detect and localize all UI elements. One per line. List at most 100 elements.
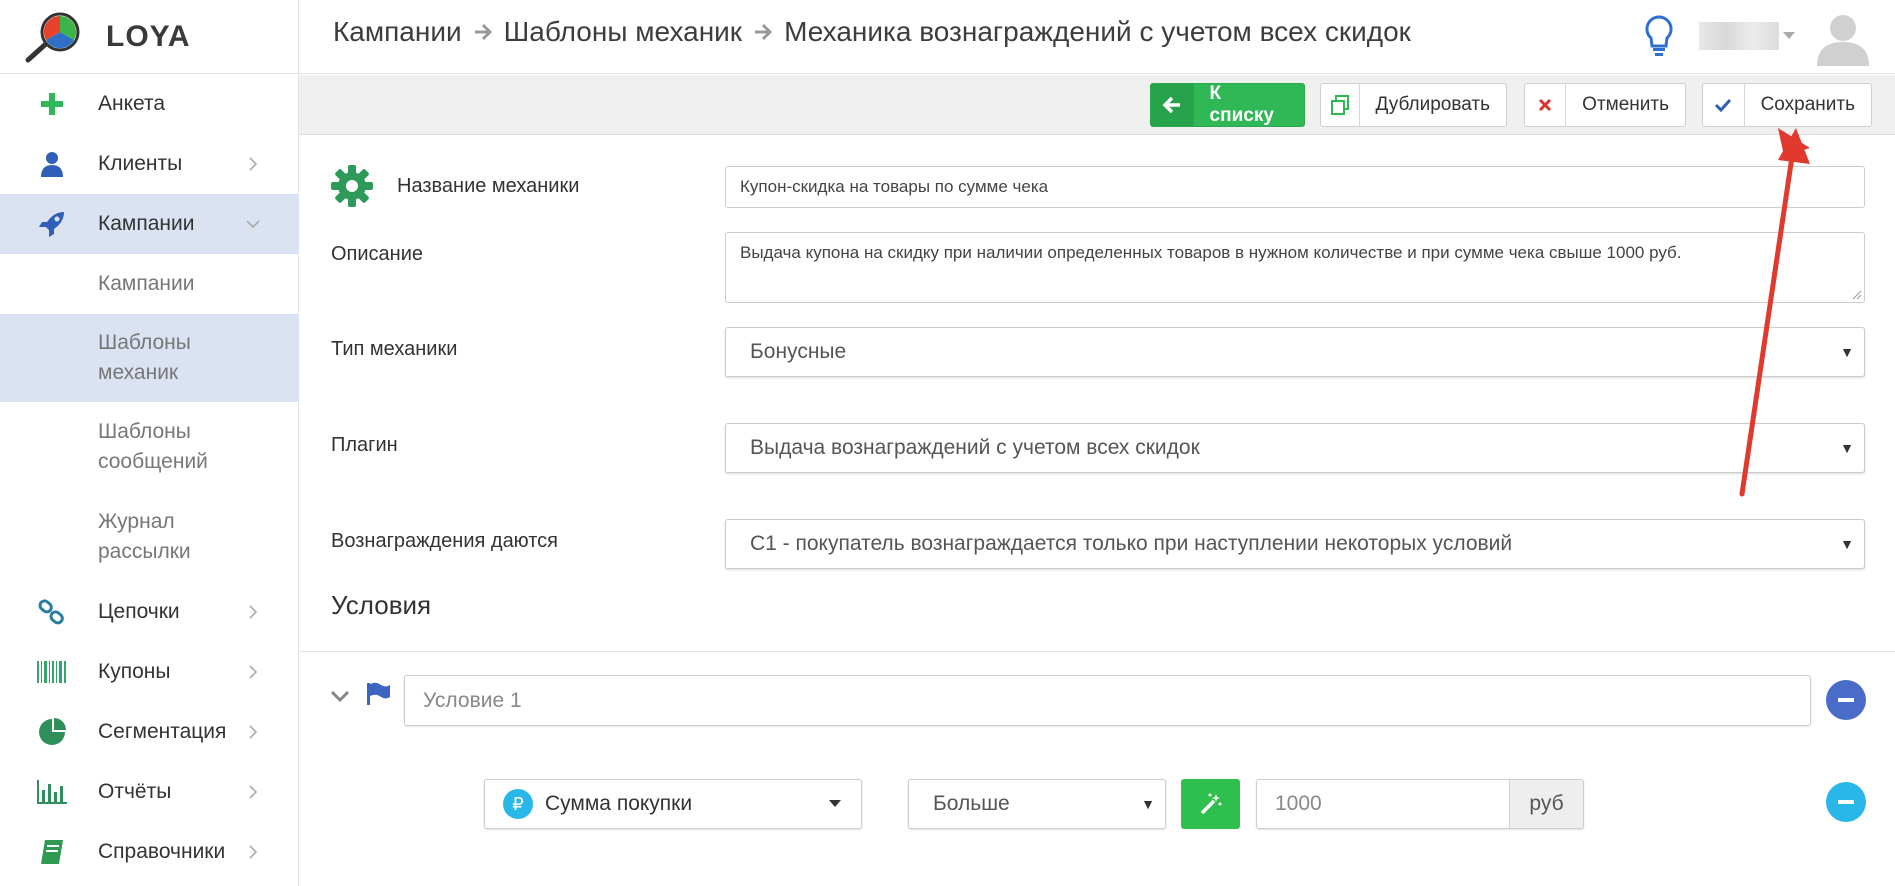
caret-down-icon: ▼ — [1840, 344, 1854, 360]
conditions-title: Условия — [331, 590, 432, 620]
sidebar-subitem-mailing-log[interactable]: Журнал рассылки — [0, 492, 299, 582]
magic-wand-icon — [1200, 793, 1221, 815]
rewards-value: C1 - покупатель вознаграждается только п… — [750, 532, 1513, 555]
mechanic-type-label: Тип механики — [331, 338, 458, 360]
duplicate-button[interactable]: Дублировать — [1320, 83, 1507, 127]
sidebar-item-label: Отчёты — [98, 780, 172, 803]
barcode-icon — [37, 661, 66, 683]
sidebar-subitem-label: Журнал — [98, 510, 175, 533]
sidebar-subitem-label: сообщений — [98, 450, 208, 473]
sidebar-item-segmentation[interactable]: Сегментация — [0, 702, 299, 762]
caret-down-icon: ▼ — [1141, 796, 1155, 812]
sidebar-item-label: Цепочки — [98, 600, 180, 623]
mechanic-type-value: Бонусные — [750, 340, 847, 363]
sidebar-item-label: Справочники — [98, 840, 226, 863]
mechanic-name-input[interactable]: Купон-скидка на товары по сумме чека — [725, 166, 1865, 208]
annotation-arrow — [1739, 128, 1810, 497]
sidebar-item-label: Купоны — [98, 660, 171, 683]
sidebar-item-clients[interactable]: Клиенты — [0, 134, 299, 194]
rule-unit-addon: руб — [1509, 780, 1583, 828]
description-textarea[interactable]: Выдача купона на скидку при наличии опре… — [725, 232, 1865, 303]
chevron-down-icon[interactable] — [330, 689, 350, 703]
to-list-label: К списку — [1209, 83, 1274, 126]
rewards-select[interactable]: C1 - покупатель вознаграждается только п… — [725, 519, 1865, 569]
remove-condition-button[interactable] — [1826, 680, 1866, 720]
condition-name-input[interactable]: Условие 1 — [404, 675, 1811, 726]
caret-down-icon: ▼ — [1840, 536, 1854, 552]
rocket-icon — [39, 212, 64, 237]
bar-chart-icon — [37, 780, 67, 804]
sidebar-item-label: Анкета — [98, 92, 166, 115]
plugin-select[interactable]: Выдача вознаграждений с учетом всех скид… — [725, 423, 1865, 473]
rule-value-input[interactable]: 1000 — [1257, 792, 1509, 816]
caret-down-icon: ▼ — [1840, 440, 1854, 456]
duplicate-label: Дублировать — [1375, 94, 1491, 115]
user-menu[interactable] — [1699, 22, 1795, 52]
rule-field-select[interactable]: ₽ Сумма покупки — [484, 779, 862, 829]
plugin-label: Плагин — [331, 434, 398, 456]
sidebar-subitem-mechanic-templates[interactable]: Шаблоны механик — [0, 314, 299, 402]
to-list-button[interactable]: К списку — [1150, 83, 1305, 127]
lightbulb-icon[interactable] — [1641, 14, 1677, 58]
rule-value-group: 1000 руб — [1256, 779, 1584, 829]
close-icon — [1539, 98, 1552, 112]
chevron-right-icon — [249, 157, 258, 171]
header: Кампании Шаблоны механик Механика вознаг… — [299, 0, 1895, 74]
arrow-left-icon — [1162, 96, 1180, 114]
arrow-right-icon — [474, 23, 492, 41]
chain-icon — [38, 599, 64, 625]
caret-down-icon — [829, 800, 841, 807]
breadcrumb-item[interactable]: Кампании — [333, 16, 462, 48]
magic-wand-button[interactable] — [1181, 779, 1240, 829]
pie-icon — [39, 718, 66, 745]
gear-icon — [331, 165, 373, 207]
page-title: Механика вознаграждений с учетом всех ск… — [784, 16, 1411, 47]
resize-handle-icon[interactable] — [1850, 288, 1862, 300]
sidebar-item-anketa[interactable]: Анкета — [0, 74, 299, 134]
chevron-right-icon — [249, 605, 258, 619]
sidebar-subitem-campaigns[interactable]: Кампании — [0, 254, 299, 314]
cancel-label: Отменить — [1582, 94, 1669, 115]
remove-rule-button[interactable] — [1826, 782, 1866, 822]
sidebar-subitem-label: Шаблоны — [98, 420, 191, 443]
plus-icon — [41, 93, 63, 115]
chevron-right-icon — [249, 785, 258, 799]
description-label: Описание — [331, 243, 424, 265]
minus-icon — [1838, 800, 1854, 804]
sidebar-subitem-label: Шаблоны — [98, 331, 191, 354]
logo-icon — [24, 12, 84, 62]
sidebar-item-chains[interactable]: Цепочки — [0, 582, 299, 642]
sidebar-subitem-label: рассылки — [98, 540, 191, 563]
app-name: LOYA — [106, 19, 191, 53]
ruble-icon: ₽ — [503, 789, 533, 819]
divider — [299, 651, 1895, 652]
minus-icon — [1838, 698, 1854, 702]
sidebar: LOYA Анкета Клиенты Кампании Кампании Ша… — [0, 0, 299, 886]
breadcrumb-item[interactable]: Шаблоны механик — [504, 16, 742, 48]
sidebar-item-directories[interactable]: Справочники — [0, 822, 299, 882]
logo[interactable]: LOYA — [0, 0, 298, 74]
sidebar-item-reports[interactable]: Отчёты — [0, 762, 299, 822]
sidebar-item-campaigns[interactable]: Кампании — [0, 194, 299, 254]
avatar[interactable] — [1814, 8, 1872, 66]
sidebar-subitem-message-templates[interactable]: Шаблоны сообщений — [0, 402, 299, 492]
description-text: Выдача купона на скидку при наличии опре… — [740, 243, 1682, 262]
breadcrumb: Кампании Шаблоны механик Механика вознаг… — [333, 16, 1411, 48]
chevron-right-icon — [249, 845, 258, 859]
rule-operator-select[interactable]: Больше ▼ — [908, 779, 1166, 829]
chevron-right-icon — [249, 725, 258, 739]
rule-field-value: Сумма покупки — [545, 792, 693, 815]
cancel-button[interactable]: Отменить — [1524, 83, 1686, 127]
book-icon — [41, 840, 63, 864]
toolbar: К списку Дублировать Отменить Сохранить — [299, 75, 1895, 135]
chevron-down-icon — [246, 220, 260, 229]
arrow-right-icon — [755, 23, 773, 41]
mechanic-name-label: Название механики — [397, 175, 580, 197]
sidebar-item-label: Сегментация — [98, 720, 227, 743]
chevron-right-icon — [249, 665, 258, 679]
sidebar-item-coupons[interactable]: Купоны — [0, 642, 299, 702]
rule-operator-value: Больше — [933, 792, 1010, 815]
copy-icon — [1330, 95, 1349, 115]
sidebar-item-label: Клиенты — [98, 152, 183, 175]
mechanic-type-select[interactable]: Бонусные ▼ — [725, 327, 1865, 377]
